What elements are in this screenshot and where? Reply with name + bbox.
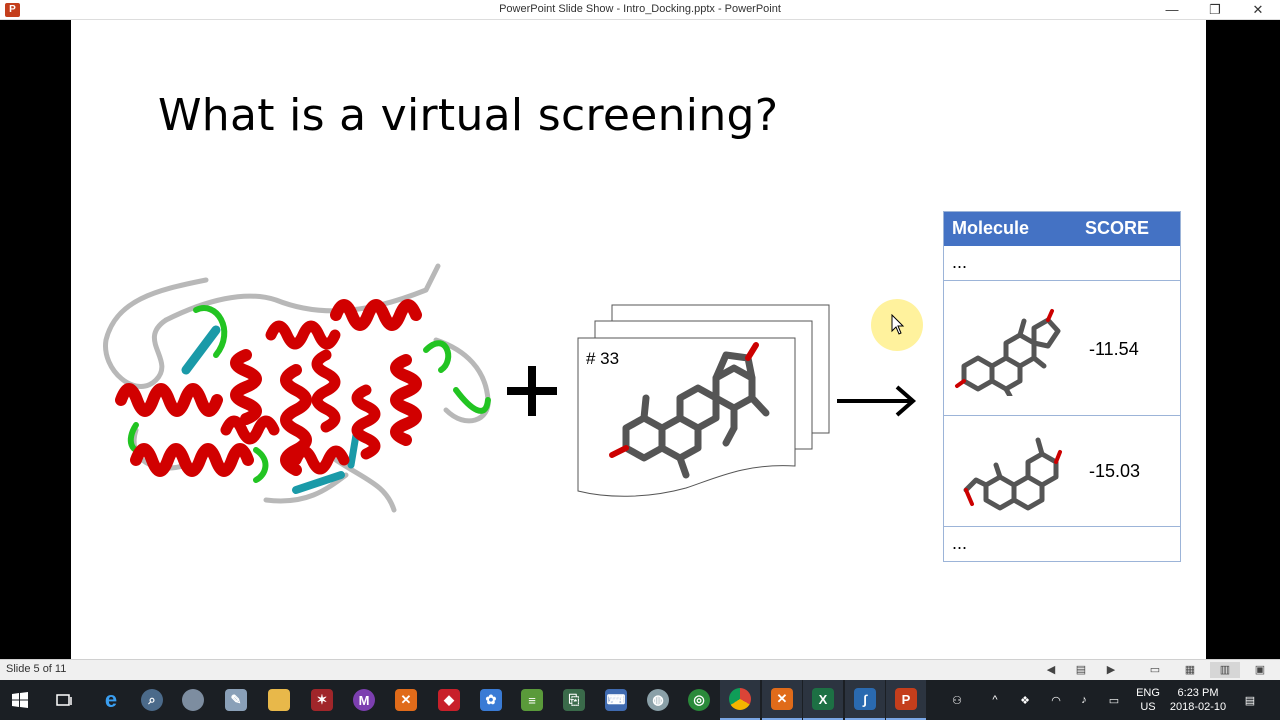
region-code: US (1140, 701, 1156, 713)
windows-taskbar: e ⌕ ✎ ✶ M ✕ ◆ ✿ ≡ ⎘ ⌨ ◍ ◎ ✕ X ∫ P ⚇ ^ ❖ … (0, 680, 1280, 720)
red-crystal-app-icon: ◆ (438, 689, 460, 711)
taskbar-chrome[interactable] (720, 680, 760, 720)
window-titlebar: P PowerPoint Slide Show - Intro_Docking.… (0, 0, 1280, 20)
taskbar-app-9[interactable]: ✿ (471, 680, 511, 720)
taskbar-app-5[interactable]: ✶ (302, 680, 342, 720)
slide-title: What is a virtual screening? (158, 90, 779, 141)
task-view-button[interactable] (45, 680, 85, 720)
edge-icon: e (104, 687, 118, 712)
ligand-library-image (577, 304, 830, 497)
window-title: PowerPoint Slide Show - Intro_Docking.pp… (499, 3, 781, 15)
language-code: ENG (1136, 687, 1160, 699)
molecule-app-icon: ✶ (311, 689, 333, 711)
battery-icon[interactable]: ▭ (1103, 680, 1125, 720)
normal-view-icon[interactable]: ▭ (1147, 662, 1163, 678)
discovery-studio-icon: ∫ (854, 688, 876, 710)
language-indicator[interactable]: ENG US (1131, 680, 1165, 720)
network-app-icon: ⎘ (563, 689, 585, 711)
column-header-score: SCORE (1085, 218, 1150, 238)
chevron-up-icon[interactable]: ^ (985, 680, 1005, 720)
ellipsis-text: ... (952, 252, 968, 272)
score-value: -15.03 (1089, 461, 1141, 481)
taskbar-app-13[interactable]: ◍ (638, 680, 678, 720)
table-row: -15.03 (944, 415, 1180, 526)
score-value: -11.54 (1089, 339, 1139, 359)
taskbar-app-3[interactable]: ✎ (216, 680, 256, 720)
plus-symbol (507, 366, 557, 416)
close-button[interactable]: ✕ (1236, 0, 1280, 20)
volume-icon[interactable]: ♪ (1073, 680, 1095, 720)
globe-app-icon: ◍ (647, 689, 669, 711)
excel-icon: X (812, 688, 834, 710)
taskbar-app-18[interactable]: ∫ (845, 680, 885, 720)
task-view-icon (56, 694, 72, 706)
notifications-icon[interactable]: ▤ (1238, 680, 1262, 720)
column-header-molecule: Molecule (952, 218, 1030, 238)
powerpoint-icon: P (895, 688, 917, 710)
slide[interactable]: What is a virtual screening? # 33 Molecu… (71, 20, 1206, 659)
clock-time: 6:23 PM (1177, 687, 1219, 699)
result-arrow (837, 385, 917, 417)
m-app-icon: M (353, 689, 375, 711)
app-icon (182, 689, 204, 711)
next-slide-icon[interactable]: ▶ (1103, 662, 1119, 678)
taskbar-edge[interactable]: e (91, 680, 131, 720)
taskbar-app-search[interactable]: ⌕ (132, 680, 172, 720)
table-row: ... (944, 246, 1180, 280)
molecule-image (963, 437, 1062, 511)
slide-menu-icon[interactable]: ▤ (1073, 662, 1089, 678)
taskbar-excel[interactable]: X (803, 680, 843, 720)
remote-app-icon: ⌨ (605, 689, 627, 711)
table-row: -11.54 (944, 280, 1180, 415)
ligand-id-label: # 33 (586, 349, 620, 368)
slide-sorter-icon[interactable]: ▦ (1182, 662, 1198, 678)
wifi-icon[interactable]: ◠ (1045, 680, 1067, 720)
taskbar-app-8[interactable]: ◆ (429, 680, 469, 720)
molecule-image (955, 309, 1061, 396)
butterfly-app-icon: ✿ (480, 689, 502, 711)
slide-counter: Slide 5 of 11 (6, 663, 67, 675)
minimize-button[interactable]: — (1150, 0, 1194, 20)
score-table: Molecule SCORE ... -11.54 -15.03 ... (943, 211, 1181, 562)
editor-app-icon: ≡ (521, 689, 543, 711)
chrome-icon (729, 688, 751, 710)
taskbar-app-6[interactable]: M (344, 680, 384, 720)
previous-slide-icon[interactable]: ◀ (1043, 662, 1059, 678)
restore-button[interactable]: ❐ (1193, 0, 1237, 20)
folder-icon (268, 689, 290, 711)
dropbox-icon[interactable]: ❖ (1015, 680, 1035, 720)
taskbar-app-12[interactable]: ⌨ (596, 680, 636, 720)
slideshow-view-icon[interactable]: ▣ (1252, 662, 1268, 678)
taskbar-powerpoint[interactable]: P (886, 680, 926, 720)
clock[interactable]: 6:23 PM 2018-02-10 (1168, 680, 1228, 720)
score-table-header: Molecule SCORE (944, 212, 1180, 246)
taskbar-app-10[interactable]: ≡ (512, 680, 552, 720)
slideshow-statusbar: Slide 5 of 11 ◀ ▤ ▶ ▭ ▦ ▥ ▣ (0, 659, 1280, 680)
windows-logo-icon (12, 692, 28, 708)
start-button[interactable] (0, 680, 40, 720)
reading-view-icon[interactable]: ▥ (1210, 662, 1240, 678)
taskbar-app-14[interactable]: ◎ (679, 680, 719, 720)
slideshow-stage: What is a virtual screening? # 33 Molecu… (0, 20, 1280, 659)
taskbar-app-16[interactable]: ✕ (762, 680, 802, 720)
chimera-app-icon: ✕ (395, 689, 417, 711)
magnifier-app-icon: ⌕ (141, 689, 163, 711)
taskbar-app-2[interactable] (173, 680, 213, 720)
chimera-app-icon: ✕ (771, 688, 793, 710)
taskbar-file-explorer[interactable] (259, 680, 299, 720)
mouse-pointer-icon (891, 314, 905, 335)
people-icon[interactable]: ⚇ (946, 680, 968, 720)
table-row: ... (944, 526, 1180, 560)
taskbar-app-11[interactable]: ⎘ (554, 680, 594, 720)
taskbar-app-7[interactable]: ✕ (386, 680, 426, 720)
paint-app-icon: ✎ (225, 689, 247, 711)
protein-structure-image (103, 263, 491, 513)
ellipsis-text: ... (952, 533, 968, 553)
cd-app-icon: ◎ (688, 689, 710, 711)
clock-date: 2018-02-10 (1169, 701, 1227, 713)
